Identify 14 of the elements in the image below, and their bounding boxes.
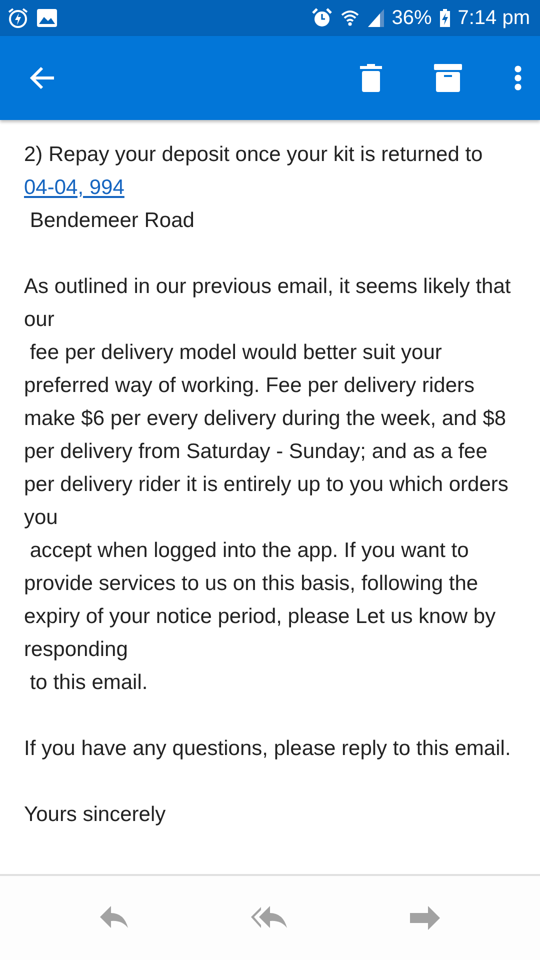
email-paragraph: 2) Repay your deposit once your kit is returned to 04-04, 994 Bendemeer Road: [24, 142, 484, 234]
alarm-clock-icon: [312, 8, 332, 28]
email-paragraph: Yours sincerely: [24, 802, 167, 828]
more-icon: [514, 65, 522, 91]
battery-charging-icon: [440, 9, 450, 27]
wifi-icon: [340, 8, 360, 28]
signal-icon: [368, 9, 384, 27]
address-link[interactable]: 04-04, 994: [24, 176, 124, 199]
alarm-off-icon: [7, 7, 29, 29]
email-paragraph: If you have any questions, please reply to this email.: [24, 736, 512, 762]
clock-time: 7:14 pm: [458, 6, 530, 30]
image-icon: [37, 9, 57, 27]
email-paragraph: As outlined in our previous email, it seems likely that our fee per delivery model would better suit your preferred way of working. Fee per delivery riders make $6 per every delivery during the week, and $8 per delivery from Saturday - Sunday; and as a fee per delivery rider it is entirely up to you which orders you accept when logged into the app. If you want to provide services to us on this basis, following the expiry of your notice period, please Let us know by responding to this email.: [24, 274, 512, 696]
battery-percentage: 36%: [392, 6, 432, 30]
